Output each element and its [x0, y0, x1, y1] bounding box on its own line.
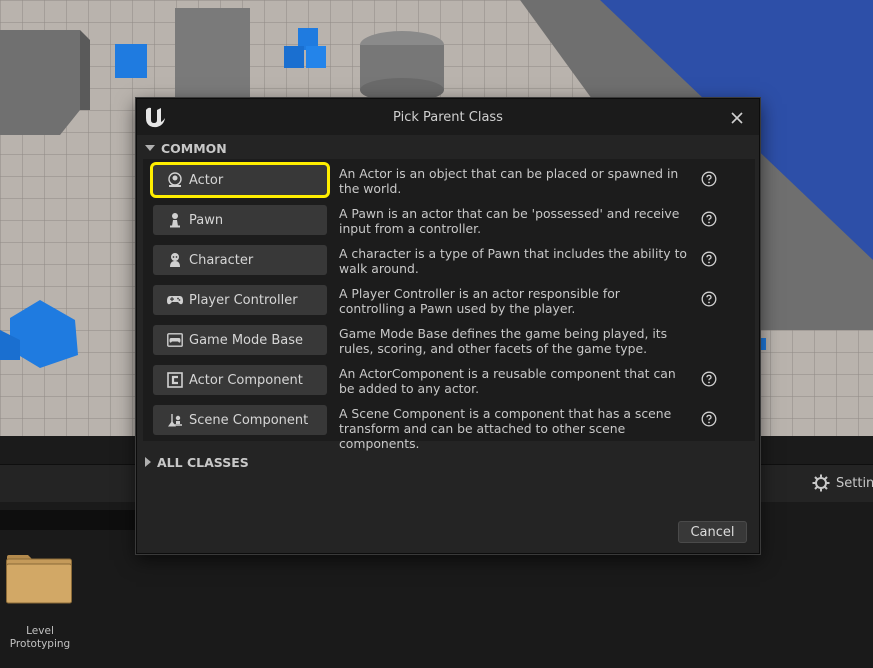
character-icon: [170, 253, 180, 267]
help-icon[interactable]: [701, 251, 717, 267]
actor-component-class-label: Actor Component: [189, 372, 303, 388]
help-icon[interactable]: [701, 291, 717, 307]
character-class-button[interactable]: Character: [153, 245, 327, 275]
close-icon: [731, 112, 743, 124]
game-mode-base-description: Game Mode Base defines the game being pl…: [339, 326, 668, 356]
class-row-game-mode-base: Game Mode Base Game Mode Base defines th…: [143, 319, 755, 359]
actor-component-icon: [167, 372, 183, 388]
all-classes-label: ALL CLASSES: [157, 454, 249, 470]
help-icon[interactable]: [701, 211, 717, 227]
class-row-scene-component: Scene Component A Scene Component is a c…: [143, 399, 755, 451]
actor-component-description: An ActorComponent is a reusable componen…: [339, 366, 676, 396]
player-controller-description: A Player Controller is an actor responsi…: [339, 286, 620, 316]
class-row-pawn: Pawn A Pawn is an actor that can be 'pos…: [143, 199, 755, 239]
character-class-label: Character: [189, 252, 254, 268]
actor-icon: [168, 172, 182, 187]
class-row-player-controller: Player Controller A Player Controller is…: [143, 279, 755, 319]
player-controller-class-label: Player Controller: [189, 292, 298, 308]
chevron-right-icon: [145, 457, 151, 467]
game-mode-base-class-label: Game Mode Base: [189, 332, 304, 348]
actor-class-button[interactable]: Actor: [150, 162, 330, 198]
common-class-list: Actor An Actor is an object that can be …: [143, 159, 755, 451]
scene-component-icon: [168, 414, 182, 427]
pawn-class-button[interactable]: Pawn: [153, 205, 327, 235]
pawn-class-label: Pawn: [189, 212, 224, 228]
help-icon[interactable]: [701, 371, 717, 387]
cancel-button[interactable]: Cancel: [678, 521, 747, 543]
scene-component-description: A Scene Component is a component that ha…: [339, 406, 672, 451]
folder-icon[interactable]: [6, 554, 72, 604]
dialog-title: Pick Parent Class: [393, 110, 503, 125]
actor-component-class-button[interactable]: Actor Component: [153, 365, 327, 395]
scene-component-class-label: Scene Component: [189, 412, 309, 428]
folder-label: Level Prototyping: [9, 625, 71, 650]
game-mode-base-class-button[interactable]: Game Mode Base: [153, 325, 327, 355]
help-icon[interactable]: [701, 411, 717, 427]
actor-class-label: Actor: [189, 172, 224, 188]
pawn-icon: [170, 213, 180, 228]
class-row-character: Character A character is a type of Pawn …: [143, 239, 755, 279]
content-path-bar: [0, 510, 136, 530]
chevron-down-icon: [145, 145, 155, 151]
character-description: A character is a type of Pawn that inclu…: [339, 246, 688, 276]
class-row-actor-component: Actor Component An ActorComponent is a r…: [143, 359, 755, 399]
pick-parent-class-dialog: Pick Parent Class COMMON Actor An Actor …: [136, 98, 760, 554]
player-controller-class-button[interactable]: Player Controller: [153, 285, 327, 315]
game-mode-icon: [167, 333, 183, 347]
settings-button[interactable]: Settin: [812, 474, 873, 492]
close-button[interactable]: [727, 108, 747, 128]
common-section-label: COMMON: [161, 140, 227, 156]
class-row-actor: Actor An Actor is an object that can be …: [143, 159, 755, 199]
gamepad-icon: [167, 296, 183, 305]
help-icon[interactable]: [701, 171, 717, 187]
actor-description: An Actor is an object that can be placed…: [339, 166, 679, 196]
settings-label: Settin: [836, 475, 873, 491]
scene-component-class-button[interactable]: Scene Component: [153, 405, 327, 435]
all-classes-section-header[interactable]: ALL CLASSES: [145, 451, 249, 473]
gear-icon: [812, 474, 830, 492]
common-section-header[interactable]: COMMON: [145, 137, 227, 159]
pawn-description: A Pawn is an actor that can be 'possesse…: [339, 206, 680, 236]
